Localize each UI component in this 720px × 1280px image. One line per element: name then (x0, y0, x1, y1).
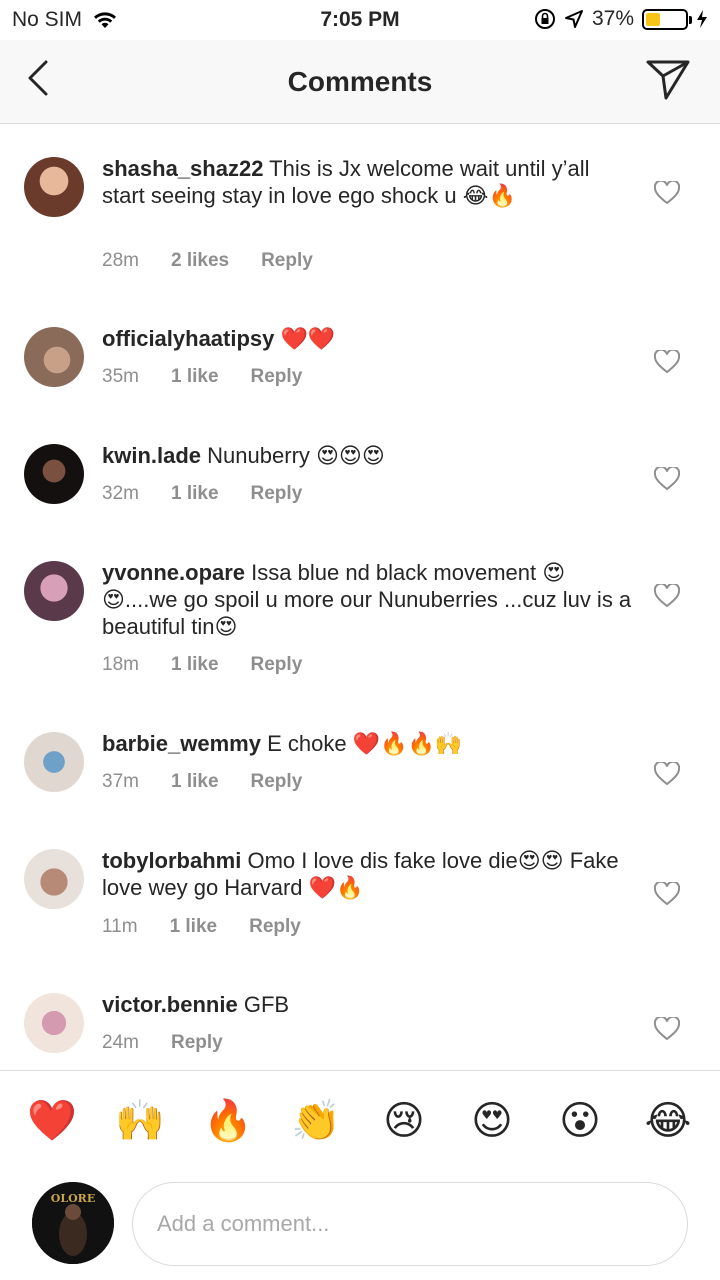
comment-text: GFB (243, 992, 290, 1017)
paper-plane-icon[interactable] (644, 56, 692, 102)
status-bar: No SIM 7:05 PM 37% (0, 0, 720, 40)
heart-icon[interactable] (654, 584, 680, 608)
comment-username[interactable]: yvonne.opare (102, 560, 245, 585)
reaction-clap[interactable]: 👏 (284, 1097, 348, 1144)
comment-body: victor.bennie GFB (102, 991, 632, 1018)
avatar-image: OLORE (32, 1182, 114, 1264)
avatar[interactable] (24, 444, 84, 504)
avatar[interactable] (24, 157, 84, 217)
comment-item: barbie_wemmy E choke ❤️🔥🔥🙌 37m 1 like Re… (0, 730, 720, 800)
comment-username[interactable]: officialyhaatipsy (102, 326, 274, 351)
reply-button[interactable]: Reply (251, 771, 303, 793)
avatar[interactable] (24, 732, 84, 792)
comment-text: Nunuberry 😍😍😍 (207, 443, 385, 468)
status-right-group: 37% (534, 7, 708, 31)
avatar-image (24, 993, 84, 1053)
comment-likes[interactable]: 1 like (171, 483, 219, 505)
comment-meta: 18m 1 like Reply (102, 654, 302, 676)
avatar-image (24, 561, 84, 621)
comment-meta: 32m 1 like Reply (102, 483, 302, 505)
comment-item: tobylorbahmi Omo I love dis fake love di… (0, 847, 720, 945)
heart-icon[interactable] (654, 882, 680, 906)
comment-username[interactable]: barbie_wemmy (102, 731, 261, 756)
my-avatar[interactable]: OLORE (32, 1182, 114, 1264)
comment-input[interactable] (132, 1182, 688, 1266)
comment-time: 37m (102, 771, 139, 792)
reaction-heart-eyes[interactable]: 😍 (460, 1098, 524, 1144)
heart-icon[interactable] (654, 1017, 680, 1041)
battery-icon (642, 8, 692, 30)
reply-button[interactable]: Reply (251, 366, 303, 388)
battery-percent: 37% (591, 7, 634, 30)
comment-item: kwin.lade Nunuberry 😍😍😍 32m 1 like Reply (0, 442, 720, 512)
nav-header: Comments (0, 40, 720, 124)
comment-meta: 11m 1 like Reply (102, 916, 301, 938)
comment-time: 32m (102, 483, 139, 504)
location-arrow-icon (564, 10, 583, 28)
comment-composer: OLORE (0, 1170, 720, 1280)
comment-likes[interactable]: 2 likes (171, 250, 229, 272)
comment-time: 18m (102, 654, 139, 675)
comment-text: E choke ❤️🔥🔥🙌 (267, 731, 463, 756)
comment-item: officialyhaatipsy ❤️❤️ 35m 1 like Reply (0, 325, 720, 395)
comment-meta: 37m 1 like Reply (102, 771, 302, 793)
comment-time: 11m (102, 916, 138, 937)
avatar-image (24, 732, 84, 792)
comment-item: yvonne.opare Issa blue nd black movement… (0, 559, 720, 684)
reaction-fire[interactable]: 🔥 (196, 1097, 260, 1144)
reaction-tears-of-joy[interactable]: 😂 (636, 1098, 700, 1144)
comment-username[interactable]: shasha_shaz22 (102, 156, 263, 181)
reply-button[interactable]: Reply (171, 1032, 223, 1054)
comment-username[interactable]: kwin.lade (102, 443, 201, 468)
comment-item: victor.bennie GFB 24m Reply (0, 991, 720, 1061)
orientation-lock-icon (534, 9, 555, 29)
comment-meta: 35m 1 like Reply (102, 366, 302, 388)
avatar-image (24, 444, 84, 504)
comment-likes[interactable]: 1 like (171, 366, 219, 388)
reaction-raised-hands[interactable]: 🙌 (108, 1097, 172, 1144)
avatar[interactable] (24, 561, 84, 621)
comment-body: kwin.lade Nunuberry 😍😍😍 (102, 442, 632, 469)
comment-likes[interactable]: 1 like (171, 654, 219, 676)
reaction-heart[interactable]: ❤️ (20, 1097, 84, 1144)
comment-likes[interactable]: 1 like (171, 771, 219, 793)
comment-time: 35m (102, 366, 139, 387)
comment-body: yvonne.opare Issa blue nd black movement… (102, 559, 632, 640)
comment-item: shasha_shaz22 This is Jx welcome wait un… (0, 155, 720, 285)
comment-text: ❤️❤️ (280, 326, 336, 351)
comment-username[interactable]: victor.bennie (102, 992, 238, 1017)
battery-fill (646, 12, 661, 26)
comment-likes[interactable]: 1 like (170, 916, 218, 938)
comment-time: 28m (102, 250, 139, 271)
comment-meta: 28m 2 likes Reply (102, 250, 313, 272)
reply-button[interactable]: Reply (251, 654, 303, 676)
comment-body: barbie_wemmy E choke ❤️🔥🔥🙌 (102, 730, 632, 757)
comment-body: tobylorbahmi Omo I love dis fake love di… (102, 847, 632, 901)
heart-icon[interactable] (654, 350, 680, 374)
reply-button[interactable]: Reply (261, 250, 313, 272)
heart-icon[interactable] (654, 762, 680, 786)
reaction-crying[interactable]: 😢 (372, 1098, 436, 1144)
quick-reactions-bar: ❤️ 🙌 🔥 👏 😢 😍 😮 😂 (0, 1070, 720, 1170)
page-title: Comments (287, 66, 433, 97)
comment-meta: 24m Reply (102, 1032, 223, 1054)
comment-body: officialyhaatipsy ❤️❤️ (102, 325, 632, 352)
avatar-logo-text: OLORE (51, 1192, 95, 1205)
comment-time: 24m (102, 1032, 139, 1053)
comment-body: shasha_shaz22 This is Jx welcome wait un… (102, 155, 632, 209)
heart-icon[interactable] (654, 467, 680, 491)
reaction-surprised[interactable]: 😮 (548, 1098, 612, 1144)
avatar-image (24, 327, 84, 387)
avatar[interactable] (24, 327, 84, 387)
charging-bolt-icon (697, 10, 707, 28)
reply-button[interactable]: Reply (249, 916, 301, 938)
comment-username[interactable]: tobylorbahmi (102, 848, 241, 873)
avatar-image (24, 849, 84, 909)
avatar-image (24, 157, 84, 217)
avatar[interactable] (24, 849, 84, 909)
heart-icon[interactable] (654, 181, 680, 205)
avatar[interactable] (24, 993, 84, 1053)
reply-button[interactable]: Reply (251, 483, 303, 505)
comments-list[interactable]: shasha_shaz22 This is Jx welcome wait un… (0, 125, 720, 1070)
